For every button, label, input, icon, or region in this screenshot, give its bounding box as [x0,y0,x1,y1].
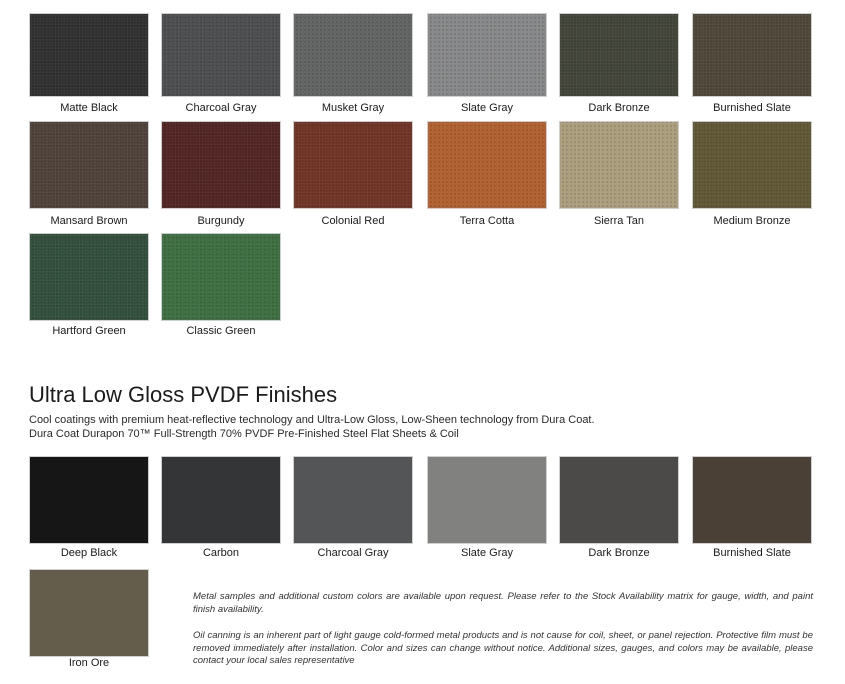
swatch-label: Dark Bronze [588,547,650,559]
color-swatch [692,13,812,97]
color-swatch [427,456,547,544]
oil-canning-note: Oil canning is an inherent part of light… [193,630,813,666]
color-swatch [427,121,547,209]
color-swatch [29,233,149,321]
color-swatch [559,456,679,544]
swatch-label: Colonial Red [321,215,385,227]
swatch-label: Dark Bronze [588,102,650,114]
swatch-label: Burnished Slate [713,102,791,114]
color-swatch [161,121,281,209]
swatch-label: Deep Black [60,547,118,559]
swatch-label: Charcoal Gray [317,547,389,559]
color-swatch [29,13,149,97]
swatch-label: Slate Gray [461,547,513,559]
color-swatch [161,13,281,97]
swatch-label: Hartford Green [52,325,126,337]
color-swatch [559,121,679,209]
swatch-label: Burgundy [197,215,245,227]
swatch-label: Mansard Brown [50,215,128,227]
color-swatch [29,456,149,544]
samples-note: Metal samples and additional custom colo… [193,591,813,615]
section-title: Ultra Low Gloss PVDF Finishes [29,382,338,407]
swatch-label: Terra Cotta [459,215,515,227]
color-swatch [161,456,281,544]
color-swatch [559,13,679,97]
swatch-label: Musket Gray [321,102,385,114]
color-swatch [692,456,812,544]
color-swatch [427,13,547,97]
swatch-label: Matte Black [60,102,118,114]
swatch-label: Iron Ore [68,657,110,669]
color-swatch [293,121,413,209]
swatch-label: Sierra Tan [594,215,644,227]
section-description-line-2: Dura Coat Durapon 70™ Full-Strength 70% … [29,428,459,440]
swatch-label: Charcoal Gray [185,102,257,114]
color-swatch [293,456,413,544]
color-swatch [692,121,812,209]
color-swatch [293,13,413,97]
swatch-label: Carbon [202,547,240,559]
color-swatch [161,233,281,321]
color-swatch [29,121,149,209]
color-swatch [29,569,149,657]
section-description-line-1: Cool coatings with premium heat-reflecti… [29,414,595,426]
swatch-label: Burnished Slate [713,547,791,559]
swatch-label: Classic Green [186,325,256,337]
swatch-label: Medium Bronze [713,215,791,227]
swatch-label: Slate Gray [461,102,513,114]
